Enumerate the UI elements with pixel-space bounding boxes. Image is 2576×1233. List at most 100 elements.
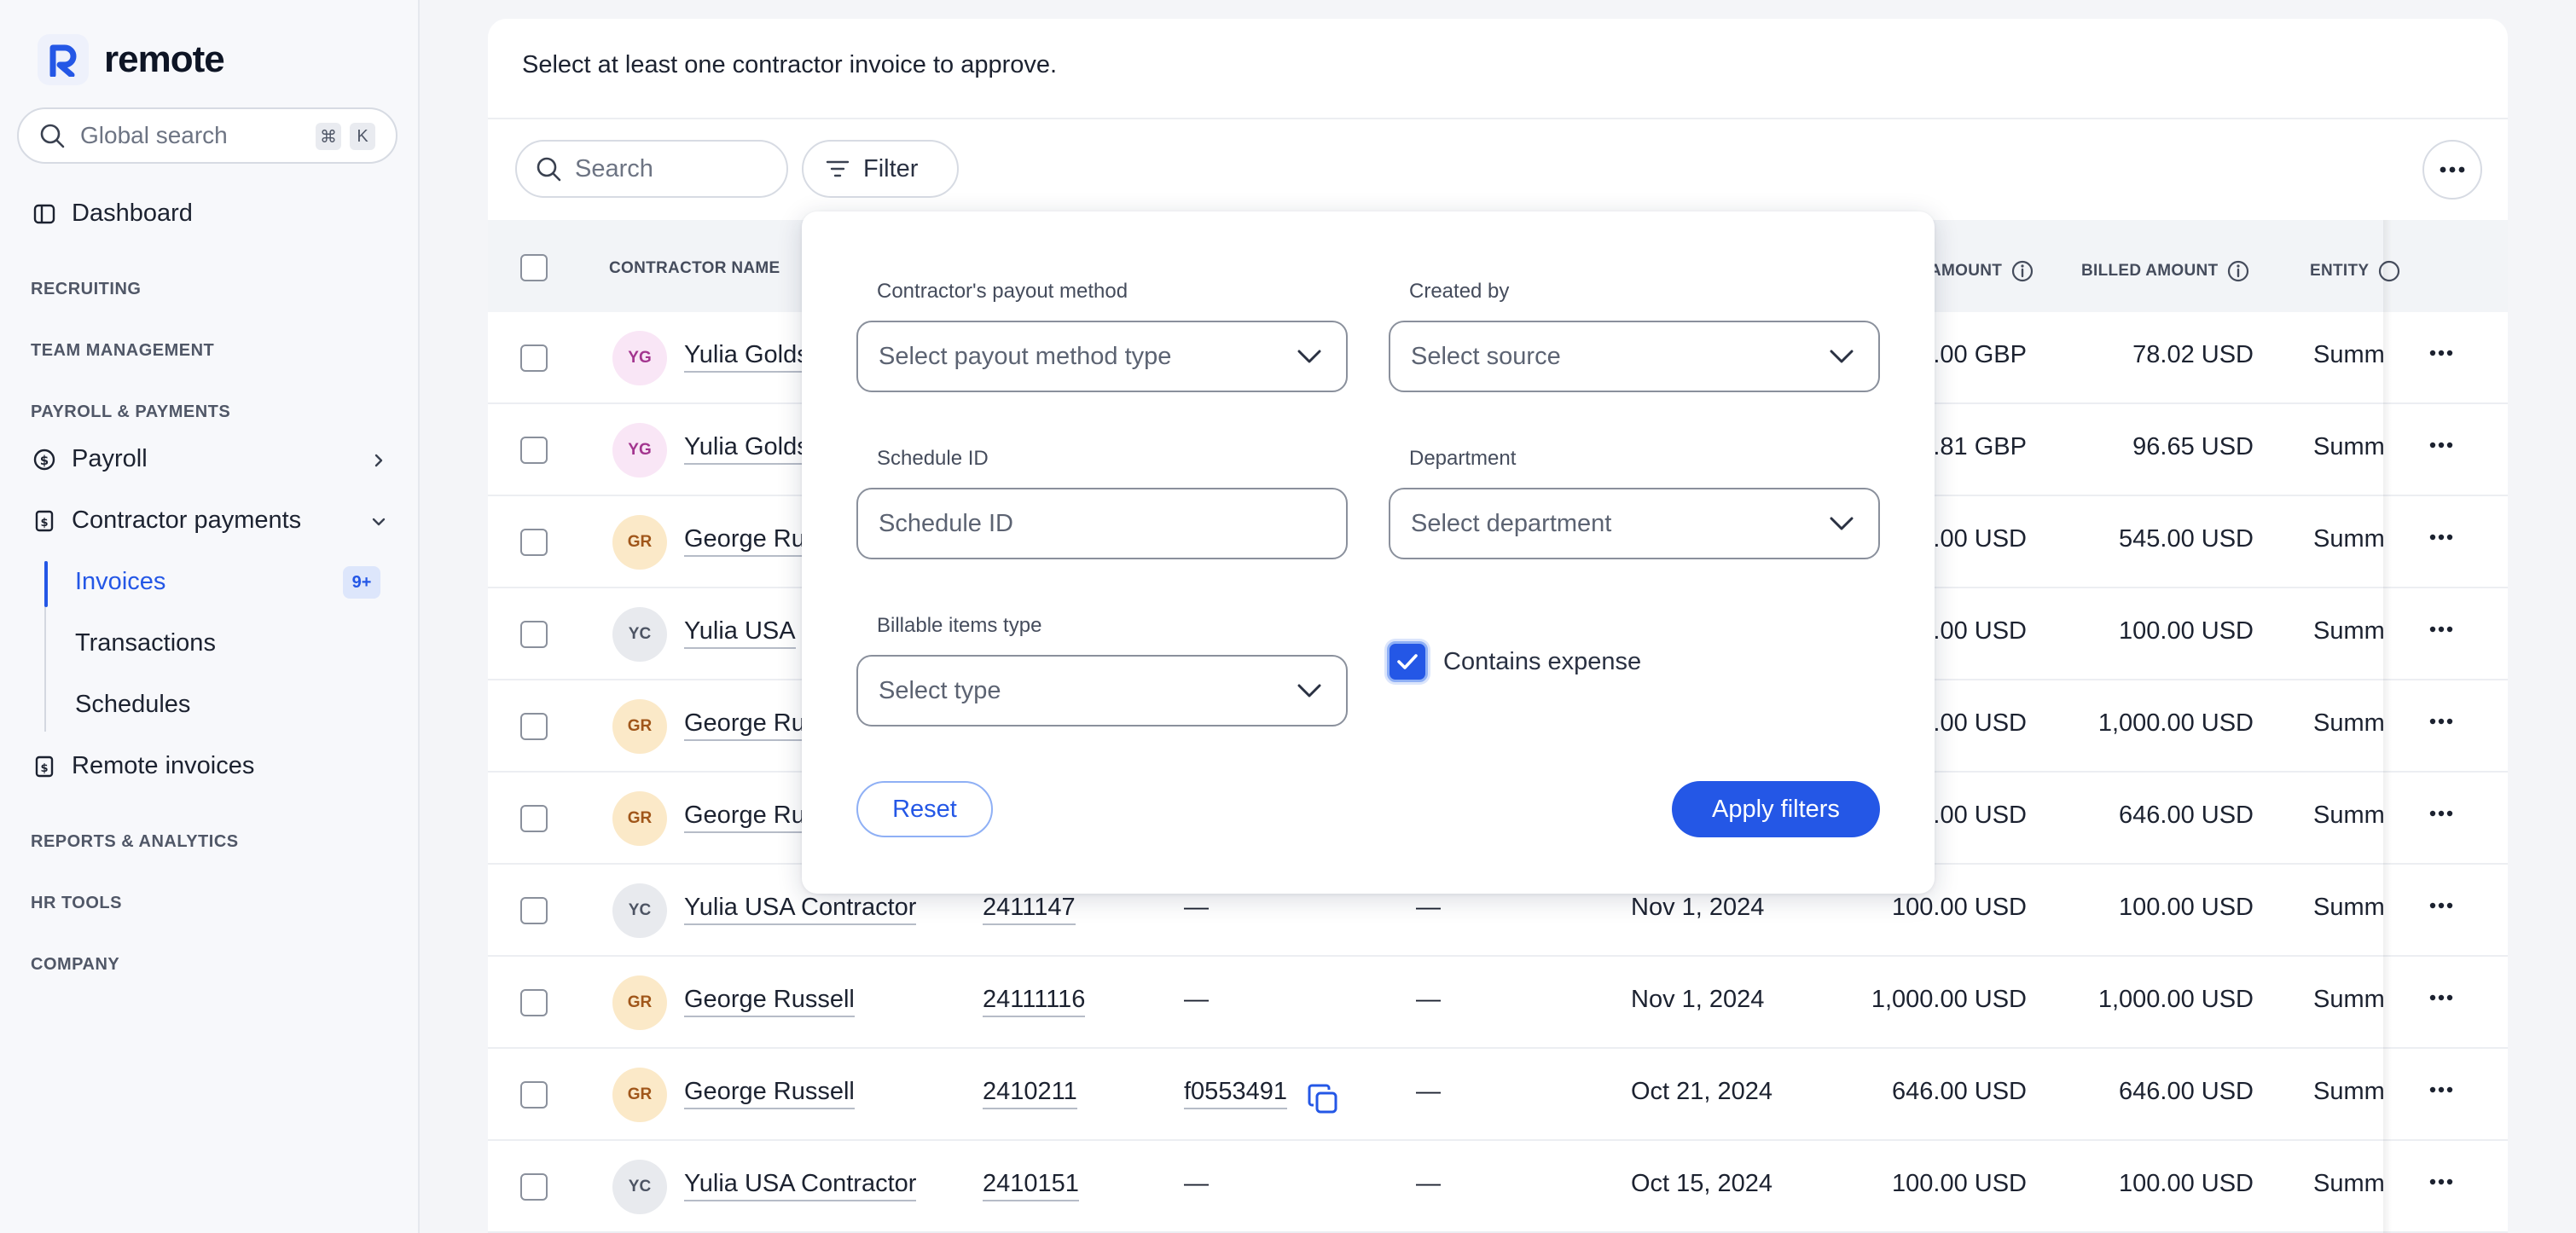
section-recruiting[interactable]: RECRUITING — [31, 280, 141, 299]
invoice-reference: — — [1184, 986, 1209, 1013]
filter-button-label: Filter — [863, 154, 919, 182]
avatar: YC — [612, 1160, 667, 1214]
brand-name: remote — [104, 38, 225, 80]
contractor-name-link[interactable]: George Ru — [684, 709, 805, 741]
department-value: — — [1416, 1170, 1441, 1197]
reset-filters-button[interactable]: Reset — [856, 781, 993, 837]
sticky-actions-column-shadow — [2383, 220, 2508, 1233]
global-search-input[interactable]: Global search ⌘ K — [17, 107, 397, 164]
table-row[interactable]: GR George Russell 24111116 — — Nov 1, 2024 1,0… — [488, 957, 2508, 1049]
invoice-dollar-icon: $ — [35, 510, 54, 531]
sidebar-item-dashboard[interactable]: Dashboard — [32, 200, 193, 228]
column-contractor-name[interactable]: CONTRACTOR NAME — [609, 259, 780, 278]
table-row[interactable]: GR George Russell 2410211 f0553491 — Oct 21, … — [488, 1049, 2508, 1141]
avatar: GR — [612, 975, 667, 1030]
contractor-name-link[interactable]: George Russell — [684, 1078, 855, 1109]
sidebar-item-schedules[interactable]: Schedules — [75, 691, 190, 719]
created-by-select[interactable]: Select source — [1389, 321, 1880, 392]
invoice-reference[interactable]: f0553491 — [1184, 1078, 1287, 1109]
avatar: YC — [612, 883, 667, 938]
sidebar-item-transactions[interactable]: Transactions — [75, 629, 216, 657]
entity-value: Summ — [2313, 1170, 2383, 1197]
sidebar-item-payroll[interactable]: $ Payroll — [32, 445, 148, 473]
contractor-name-link[interactable]: George Ru — [684, 802, 805, 833]
svg-text:$: $ — [40, 453, 49, 468]
contractor-name-link[interactable]: Yulia Golds — [684, 341, 809, 373]
avatar: GR — [612, 1068, 667, 1122]
chevron-right-icon[interactable] — [370, 452, 387, 469]
billable-type-select[interactable]: Select type — [856, 655, 1348, 726]
table-search-input[interactable]: Search — [515, 140, 788, 198]
row-checkbox[interactable] — [520, 805, 548, 832]
row-checkbox[interactable] — [520, 989, 548, 1016]
sidebar-item-remote-invoices[interactable]: $ Remote invoices — [32, 752, 254, 780]
created-date: Nov 1, 2024 — [1631, 986, 1765, 1013]
created-by-placeholder: Select source — [1411, 342, 1561, 370]
schedule-id-link[interactable]: 24111116 — [983, 986, 1086, 1017]
search-icon — [40, 124, 65, 148]
submenu-active-indicator — [44, 561, 48, 607]
search-placeholder: Search — [575, 154, 653, 182]
department-placeholder: Select department — [1411, 509, 1612, 537]
chevron-down-icon — [1297, 684, 1321, 698]
row-checkbox[interactable] — [520, 437, 548, 464]
billable-type-placeholder: Select type — [879, 676, 1001, 704]
row-checkbox[interactable] — [520, 1081, 548, 1109]
contractor-name-link[interactable]: Yulia USA Contractor — [684, 894, 917, 925]
department-value: — — [1416, 1078, 1441, 1105]
payout-method-label: Contractor's payout method — [877, 280, 1128, 303]
billed-amount-value: 1,000.00 USD — [2097, 709, 2254, 737]
schedule-id-link[interactable]: 2410151 — [983, 1170, 1079, 1201]
chevron-down-icon[interactable] — [370, 513, 387, 530]
section-hr-tools[interactable]: HR TOOLS — [31, 894, 122, 913]
brand-logo[interactable]: remote — [38, 34, 225, 85]
invoice-reference: — — [1184, 894, 1209, 921]
section-reports-analytics[interactable]: REPORTS & ANALYTICS — [31, 832, 239, 852]
info-icon[interactable] — [2226, 259, 2250, 283]
section-company[interactable]: COMPANY — [31, 955, 119, 975]
table-more-options-button[interactable] — [2422, 140, 2482, 200]
amount-value: .81 GBP — [1933, 433, 2027, 460]
billed-amount-value: 100.00 USD — [2119, 617, 2254, 645]
schedule-id-input[interactable]: Schedule ID — [856, 488, 1348, 559]
billed-amount-value: 100.00 USD — [2119, 1170, 2254, 1197]
contractor-name-link[interactable]: Yulia Golds — [684, 433, 809, 465]
row-checkbox[interactable] — [520, 897, 548, 924]
created-by-label: Created by — [1409, 280, 1510, 303]
billed-amount-value: 100.00 USD — [2119, 894, 2254, 921]
row-checkbox[interactable] — [520, 1173, 548, 1201]
avatar: YG — [612, 331, 667, 385]
sidebar-item-invoices[interactable]: Invoices — [75, 568, 165, 596]
select-all-checkbox[interactable] — [520, 254, 548, 281]
entity-value: Summ — [2313, 894, 2383, 921]
amount-value: .00 USD — [1933, 802, 2027, 829]
payout-method-select[interactable]: Select payout method type — [856, 321, 1348, 392]
entity-value: Summ — [2313, 433, 2383, 460]
department-value: — — [1416, 894, 1441, 921]
section-team-management[interactable]: TEAM MANAGEMENT — [31, 341, 214, 361]
row-checkbox[interactable] — [520, 713, 548, 740]
schedule-id-link[interactable]: 2410211 — [983, 1078, 1077, 1109]
contractor-name-link[interactable]: George Russell — [684, 986, 855, 1017]
copy-icon[interactable] — [1307, 1083, 1341, 1115]
row-checkbox[interactable] — [520, 344, 548, 372]
row-checkbox[interactable] — [520, 621, 548, 648]
column-amount[interactable]: AMOUNT — [1929, 259, 2034, 283]
checkmark-icon — [1397, 654, 1418, 669]
contractor-name-link[interactable]: Yulia USA Contractor — [684, 1170, 917, 1201]
amount-value: 1,000.00 USD — [1871, 986, 2027, 1013]
contains-expense-checkbox[interactable] — [1387, 641, 1428, 682]
contractor-name-link[interactable]: George Ru — [684, 525, 805, 557]
apply-filters-button[interactable]: Apply filters — [1672, 781, 1880, 837]
column-billed-amount[interactable]: BILLED AMOUNT — [2081, 259, 2250, 283]
contractor-name-link[interactable]: Yulia USA — [684, 617, 796, 649]
contains-expense-label[interactable]: Contains expense — [1443, 648, 1641, 676]
info-icon[interactable] — [2010, 259, 2034, 283]
table-row[interactable]: YC Yulia USA Contractor 2410151 — — Oct 15, 2… — [488, 1141, 2508, 1233]
row-checkbox[interactable] — [520, 529, 548, 556]
filter-button[interactable]: Filter — [802, 140, 959, 198]
chevron-down-icon — [1830, 350, 1854, 363]
sidebar-item-contractor-payments[interactable]: $ Contractor payments — [32, 507, 301, 535]
schedule-id-link[interactable]: 2411147 — [983, 894, 1076, 925]
department-select[interactable]: Select department — [1389, 488, 1880, 559]
